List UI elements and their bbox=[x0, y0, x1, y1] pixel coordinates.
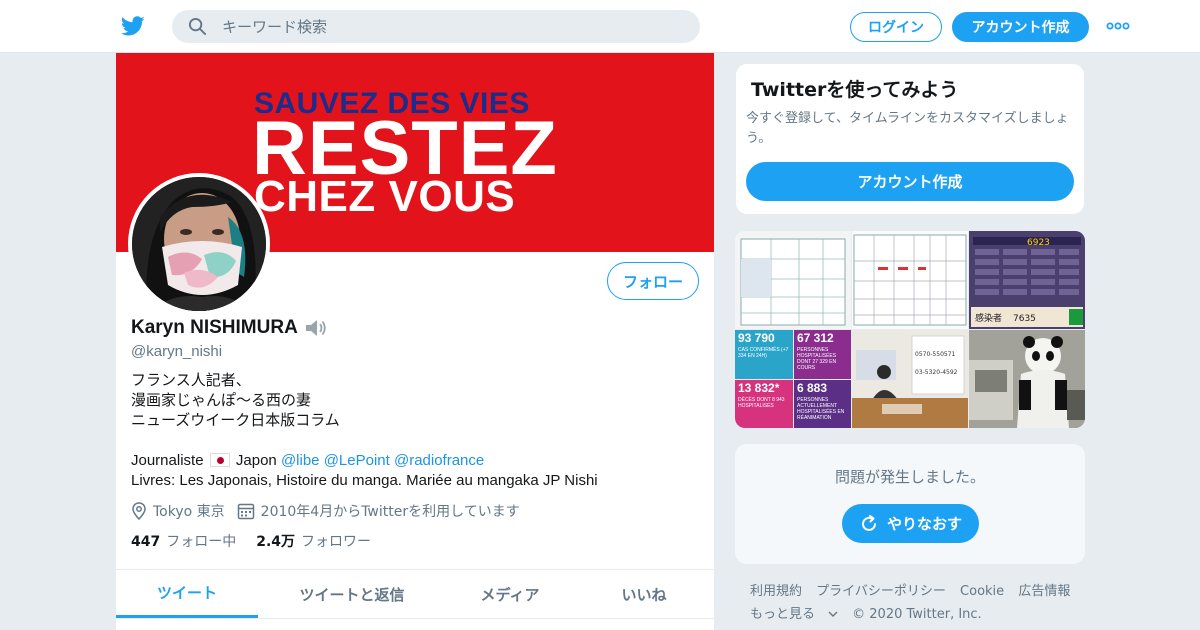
tab-media[interactable]: メディア bbox=[446, 570, 574, 618]
media-gallery: 6923 感染者 7635 93 790 CAS CONFIRMÉS (+7 3… bbox=[735, 231, 1085, 428]
follow-button[interactable]: フォロー bbox=[607, 262, 699, 300]
bio-journalist: Journaliste bbox=[131, 452, 204, 469]
bio-line: 漫画家じゃんぽ〜る西の妻 bbox=[131, 392, 312, 409]
profile-name: Karyn NISHIMURA bbox=[131, 317, 298, 338]
search-bar[interactable] bbox=[172, 10, 700, 43]
stat-reanimation-number: 6 883 bbox=[797, 381, 828, 395]
stat-hospital-number: 67 312 bbox=[797, 331, 834, 345]
tv-number: 6923 bbox=[1027, 238, 1050, 248]
stat-reanimation-text: PERSONNES ACTUELLEMENT HOSPITALISÉES EN … bbox=[797, 397, 845, 421]
retry-button[interactable]: やりなおす bbox=[842, 504, 979, 543]
bio-japon: Japon bbox=[235, 452, 277, 469]
following-stat[interactable]: 447 フォロー中 bbox=[131, 531, 236, 551]
error-panel: 問題が発生しました。 やりなおす bbox=[735, 444, 1085, 564]
profile-meta: Tokyo 東京 2010年4月からTwitterを利用しています bbox=[131, 501, 520, 521]
bio-line: フランス人記者、 bbox=[131, 372, 251, 389]
search-icon bbox=[188, 17, 207, 36]
signup-card-text: 今すぐ登録して、タイムラインをカスタマイズしましょう。 bbox=[746, 111, 1069, 146]
profile-panel: SAUVEZ DES VIES RESTEZ CHEZ VOUS フォロー Ka… bbox=[116, 53, 714, 630]
tv-label: 感染者 bbox=[975, 312, 1002, 324]
stat-deaths-text: DÉCÈS DONT 8 943 HOSPITALISÉS bbox=[738, 397, 785, 409]
footer: 利用規約 プライバシーポリシー Cookie 広告情報 もっと見る © 2020… bbox=[750, 580, 1090, 626]
profile-location: Tokyo 東京 bbox=[153, 504, 225, 520]
media-tile-stat-reanimation[interactable]: 6 883 PERSONNES ACTUELLEMENT HOSPITALISÉ… bbox=[794, 380, 851, 428]
profile-bio: フランス人記者、 漫画家じゃんぽ〜る西の妻 ニューズウイーク日本版コラム Jou… bbox=[131, 371, 701, 491]
avatar[interactable] bbox=[128, 173, 270, 315]
create-account-button[interactable]: アカウント作成 bbox=[746, 162, 1074, 201]
search-input[interactable] bbox=[222, 10, 682, 43]
banner-line-3: CHEZ VOUS bbox=[254, 172, 516, 221]
bio-link-libe[interactable]: @libe bbox=[281, 452, 320, 469]
followers-stat[interactable]: 2.4万 フォロワー bbox=[256, 531, 371, 551]
stat-cases-text: CAS CONFIRMÉS (+7 334 EN 24H) bbox=[738, 347, 789, 359]
bio-journalist-line: Journaliste Japon @libe @LePoint @radiof… bbox=[131, 451, 701, 471]
followers-label: フォロワー bbox=[301, 534, 372, 550]
login-button[interactable]: ログイン bbox=[850, 12, 942, 42]
calendar-icon bbox=[237, 503, 254, 520]
tv-sub: 7635 bbox=[1013, 314, 1036, 324]
profile-joined-date: 2010年4月からTwitterを利用しています bbox=[260, 504, 520, 520]
avatar-photo bbox=[132, 177, 266, 311]
chevron-down-icon bbox=[828, 611, 838, 617]
followers-count: 2.4万 bbox=[256, 534, 296, 550]
footer-link-terms[interactable]: 利用規約 bbox=[750, 584, 802, 599]
error-message: 問題が発生しました。 bbox=[834, 468, 985, 486]
footer-more-label: もっと見る bbox=[750, 607, 816, 622]
tab-tweets[interactable]: ツイート bbox=[116, 570, 258, 618]
top-navigation-bar: ログイン アカウント作成 bbox=[0, 0, 1200, 53]
media-tile-stat-cases[interactable]: 93 790 CAS CONFIRMÉS (+7 334 EN 24H) bbox=[735, 330, 793, 379]
speaker-icon bbox=[306, 320, 326, 336]
more-options-icon[interactable] bbox=[1106, 18, 1130, 34]
media-tile-panda[interactable] bbox=[969, 330, 1085, 428]
footer-more-link[interactable]: もっと見る bbox=[750, 607, 838, 622]
signup-button[interactable]: アカウント作成 bbox=[952, 12, 1089, 42]
bio-link-lepoint[interactable]: @LePoint bbox=[324, 452, 390, 469]
refresh-icon bbox=[862, 514, 876, 531]
following-count: 447 bbox=[131, 534, 161, 550]
media-tile-press-conference[interactable]: 0570-550571 03-5320-4592 bbox=[852, 330, 968, 428]
footer-copyright: © 2020 Twitter, Inc. bbox=[852, 607, 982, 622]
phone-line-2: 03-5320-4592 bbox=[915, 369, 958, 376]
location-icon bbox=[132, 502, 146, 520]
bio-livres: Livres: Les Japonais, Histoire du manga.… bbox=[131, 472, 598, 489]
retry-label: やりなおす bbox=[886, 515, 962, 533]
media-tile-tv-graphic[interactable]: 6923 感染者 7635 bbox=[969, 231, 1085, 329]
bio-link-radiofrance[interactable]: @radiofrance bbox=[394, 452, 484, 469]
media-tile-table-2[interactable] bbox=[852, 231, 968, 329]
profile-handle: @karyn_nishi bbox=[131, 343, 223, 360]
signup-card: Twitterを使ってみよう 今すぐ登録して、タイムラインをカスタマイズしましょ… bbox=[735, 63, 1085, 215]
media-tile-stat-hospitalised[interactable]: 67 312 PERSONNES HOSPITALISÉES DONT 27 3… bbox=[794, 330, 851, 379]
following-label: フォロー中 bbox=[166, 534, 237, 550]
japan-flag-icon bbox=[209, 453, 230, 467]
media-tile-stat-deaths[interactable]: 13 832* DÉCÈS DONT 8 943 HOSPITALISÉS bbox=[735, 380, 793, 428]
profile-stats: 447 フォロー中 2.4万 フォロワー bbox=[131, 531, 391, 551]
media-tile-table-1[interactable] bbox=[735, 231, 851, 329]
bio-line: ニューズウイーク日本版コラム bbox=[131, 412, 340, 429]
profile-tabs: ツイート ツイートと返信 メディア いいね bbox=[116, 569, 714, 619]
footer-link-ads[interactable]: 広告情報 bbox=[1018, 584, 1070, 599]
tab-likes[interactable]: いいね bbox=[574, 570, 714, 618]
phone-line-1: 0570-550571 bbox=[915, 351, 956, 358]
stat-cases-number: 93 790 bbox=[738, 331, 775, 345]
signup-card-title: Twitterを使ってみよう bbox=[751, 79, 959, 101]
stat-hospital-text: PERSONNES HOSPITALISÉES DONT 27 329 EN C… bbox=[797, 347, 837, 371]
stat-deaths-number: 13 832* bbox=[738, 381, 780, 395]
twitter-bird-icon[interactable] bbox=[120, 14, 146, 38]
tab-tweets-and-replies[interactable]: ツイートと返信 bbox=[258, 570, 446, 618]
footer-link-privacy[interactable]: プライバシーポリシー bbox=[816, 584, 946, 599]
footer-link-cookie[interactable]: Cookie bbox=[960, 584, 1004, 599]
